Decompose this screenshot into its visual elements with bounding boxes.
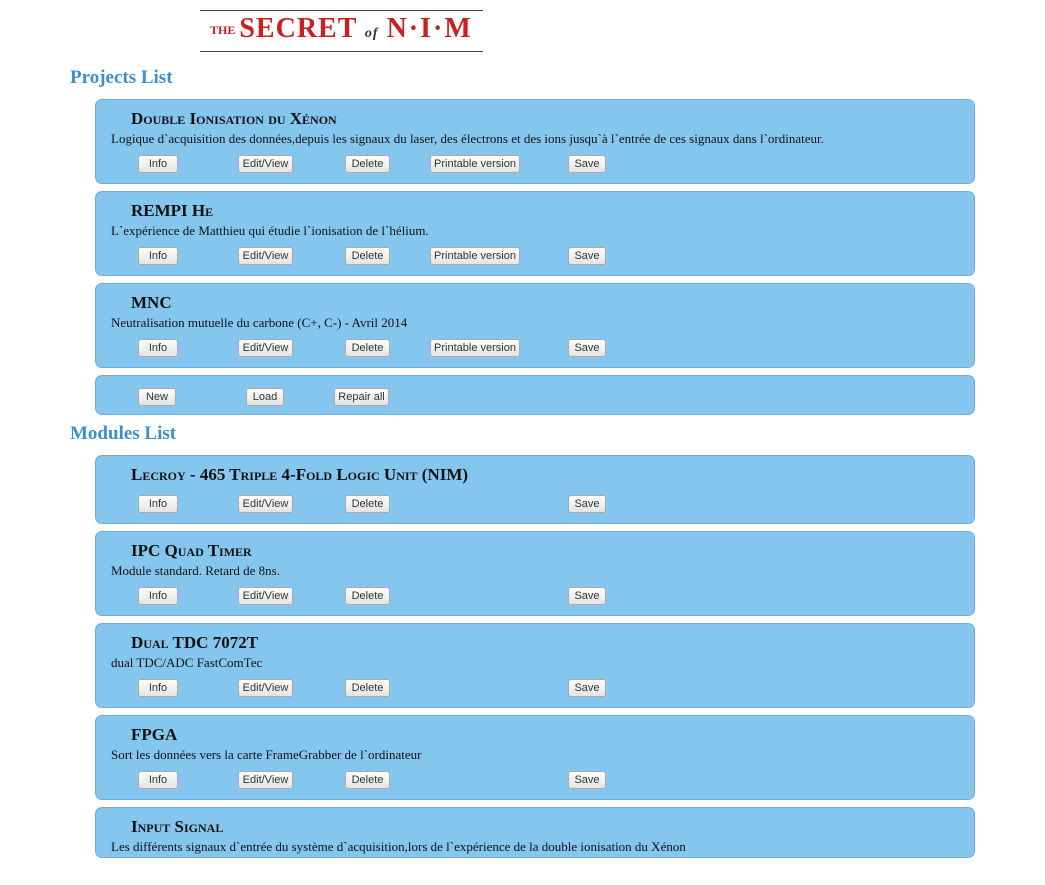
load-button[interactable]: Load: [246, 388, 284, 406]
module-card: Input Signal Les différents signaux d`en…: [95, 807, 975, 858]
project-title: REMPI He: [131, 201, 959, 221]
module-desc: Module standard. Retard de 8ns.: [111, 563, 959, 579]
module-title: FPGA: [131, 725, 959, 745]
module-desc: Les différents signaux d`entrée du systè…: [111, 839, 959, 855]
info-button[interactable]: Info: [138, 247, 178, 265]
logo-of: of: [365, 26, 379, 41]
delete-button[interactable]: Delete: [345, 247, 390, 265]
project-actions: Info Edit/View Delete Printable version …: [111, 247, 959, 265]
info-button[interactable]: Info: [138, 155, 178, 173]
info-button[interactable]: Info: [138, 771, 178, 789]
save-button[interactable]: Save: [568, 155, 606, 173]
info-button[interactable]: Info: [138, 495, 178, 513]
project-actions: Info Edit/View Delete Printable version …: [111, 155, 959, 173]
project-desc: Neutralisation mutuelle du carbone (C+, …: [111, 315, 959, 331]
edit-view-button[interactable]: Edit/View: [238, 247, 293, 265]
printable-version-button[interactable]: Printable version: [430, 339, 520, 357]
projects-section-title: Projects List: [70, 67, 975, 89]
logo-the: THE: [210, 23, 235, 37]
save-button[interactable]: Save: [568, 495, 606, 513]
repair-all-button[interactable]: Repair all: [334, 388, 389, 406]
project-title: Double Ionisation du Xénon: [131, 109, 959, 129]
project-card: MNC Neutralisation mutuelle du carbone (…: [95, 283, 975, 368]
modules-section-title: Modules List: [70, 423, 975, 445]
edit-view-button[interactable]: Edit/View: [238, 771, 293, 789]
delete-button[interactable]: Delete: [345, 339, 390, 357]
edit-view-button[interactable]: Edit/View: [238, 495, 293, 513]
module-card: Dual TDC 7072T dual TDC/ADC FastComTec I…: [95, 623, 975, 708]
delete-button[interactable]: Delete: [345, 679, 390, 697]
project-desc: L`expérience de Matthieu qui étudie l`io…: [111, 223, 959, 239]
module-desc: dual TDC/ADC FastComTec: [111, 655, 959, 671]
module-card: FPGA Sort les données vers la carte Fram…: [95, 715, 975, 800]
module-actions: Info Edit/View Delete Save: [111, 771, 959, 789]
delete-button[interactable]: Delete: [345, 587, 390, 605]
edit-view-button[interactable]: Edit/View: [238, 155, 293, 173]
project-card: Double Ionisation du Xénon Logique d`acq…: [95, 99, 975, 184]
save-button[interactable]: Save: [568, 587, 606, 605]
module-card: Lecroy - 465 Triple 4-Fold Logic Unit (N…: [95, 455, 975, 524]
edit-view-button[interactable]: Edit/View: [238, 587, 293, 605]
project-card: REMPI He L`expérience de Matthieu qui ét…: [95, 191, 975, 276]
module-title: Dual TDC 7072T: [131, 633, 959, 653]
projects-toolbar: New Load Repair all: [95, 375, 975, 415]
module-actions: Info Edit/View Delete Save: [111, 587, 959, 605]
module-title: IPC Quad Timer: [131, 541, 959, 561]
info-button[interactable]: Info: [138, 587, 178, 605]
project-title: MNC: [131, 293, 959, 313]
save-button[interactable]: Save: [568, 247, 606, 265]
module-actions: Info Edit/View Delete Save: [111, 679, 959, 697]
module-desc: Sort les données vers la carte FrameGrab…: [111, 747, 959, 763]
info-button[interactable]: Info: [138, 339, 178, 357]
app-logo: THE SECRET of N·I·M: [200, 10, 975, 52]
new-button[interactable]: New: [138, 388, 176, 406]
edit-view-button[interactable]: Edit/View: [238, 339, 293, 357]
save-button[interactable]: Save: [568, 339, 606, 357]
printable-version-button[interactable]: Printable version: [430, 155, 520, 173]
edit-view-button[interactable]: Edit/View: [238, 679, 293, 697]
module-title: Input Signal: [131, 817, 959, 837]
logo-secret: SECRET: [239, 13, 357, 44]
delete-button[interactable]: Delete: [345, 771, 390, 789]
delete-button[interactable]: Delete: [345, 495, 390, 513]
info-button[interactable]: Info: [138, 679, 178, 697]
save-button[interactable]: Save: [568, 679, 606, 697]
project-desc: Logique d`acquisition des données,depuis…: [111, 131, 959, 147]
module-actions: Info Edit/View Delete Save: [111, 495, 959, 513]
project-actions: Info Edit/View Delete Printable version …: [111, 339, 959, 357]
logo-nim: N·I·M: [387, 13, 473, 44]
printable-version-button[interactable]: Printable version: [430, 247, 520, 265]
module-title: Lecroy - 465 Triple 4-Fold Logic Unit (N…: [131, 465, 959, 485]
module-card: IPC Quad Timer Module standard. Retard d…: [95, 531, 975, 616]
delete-button[interactable]: Delete: [345, 155, 390, 173]
save-button[interactable]: Save: [568, 771, 606, 789]
